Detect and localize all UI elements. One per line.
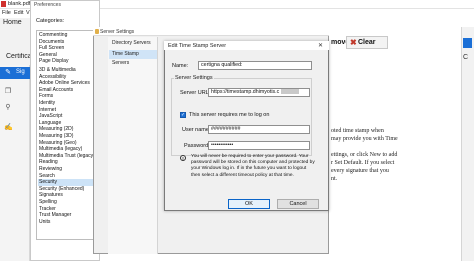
edit-tss-title: Edit Time Stamp Server [168,43,227,49]
category-item[interactable]: Measuring (2D) [38,126,97,133]
category-item[interactable]: Tracker [38,206,97,213]
server-settings-sidebar [108,37,158,254]
cancel-button[interactable]: Cancel [277,199,319,209]
category-item[interactable]: Internet [38,107,97,114]
background-panel [329,27,474,261]
category-item[interactable]: Identity [38,100,97,107]
name-field[interactable]: certigna qualified: [198,61,312,70]
bg-text-line: may provide you with Time [331,136,398,142]
category-item[interactable]: Adobe Online Services [38,80,97,87]
menu-file[interactable]: File [2,10,11,16]
server-settings-title: Server Settings [100,29,135,35]
category-item[interactable]: Measuring (3D) [38,133,97,140]
signature-panel-icon[interactable]: ✍ [4,124,13,132]
redaction-blur [281,89,300,95]
category-item[interactable]: Search [38,173,97,180]
category-item[interactable]: Documents [38,39,97,46]
category-item[interactable]: Multimedia Trust (legacy) [38,153,97,160]
category-item[interactable]: Full Screen [38,45,97,52]
category-item[interactable]: 3D & Multimedia [38,67,97,74]
preferences-title: Preferences [34,2,61,8]
ok-button[interactable]: OK [228,199,270,209]
password-label: Password: [184,143,210,149]
category-item[interactable]: Reading [38,159,97,166]
bookmark-icon[interactable]: ❐ [4,88,12,96]
clear-icon: ✖ [350,38,357,47]
name-label: Name: [172,63,189,69]
categories-list[interactable]: Commenting Documents Full Screen General Pag… [36,30,98,240]
info-icon: ! [180,155,186,161]
bg-text-line: r Set Default. If you select [331,160,395,166]
category-item[interactable]: Page Display [38,58,97,65]
app-title: blank.pdf [8,1,31,7]
info-text: You will never be required to enter your… [191,154,315,178]
category-item[interactable]: JavaScript [38,113,97,120]
requires-logon-checkbox[interactable]: ✓ [180,112,186,118]
server-url-field[interactable]: https://timestamp.dhimyotis.c [208,88,310,97]
clear-label: Clear [358,39,376,46]
acrobat-icon [1,1,6,7]
category-item[interactable]: Security (Enhanced) [38,186,97,193]
category-item[interactable]: Language [38,120,97,127]
sidebar-item-time-stamp-servers[interactable]: Time Stamp Servers [109,50,157,66]
category-item[interactable]: Security [38,179,97,186]
category-item[interactable]: Commenting [38,32,97,39]
requires-logon-label: This server requires me to log on [189,112,270,118]
bg-text-line: ettings, or click New to add [331,152,398,158]
category-item[interactable]: Signatures [38,192,97,199]
category-item[interactable]: Accessibility [38,74,97,81]
close-icon[interactable]: ✕ [318,42,323,49]
username-field[interactable]: ########## [208,125,310,134]
category-item[interactable]: Multimedia (legacy) [38,146,97,153]
server-url-label: Server URL: [180,90,211,96]
category-item[interactable]: General [38,52,97,59]
bg-text-line: every signature that you [331,168,389,174]
document-tab-label: Certifica [6,53,30,60]
categories-label: Categories: [36,18,65,24]
server-url-value: https://timestamp.dhimyotis.c [211,89,280,95]
right-tool-c[interactable]: C [463,54,468,61]
right-panel-strip [461,27,474,261]
category-item[interactable]: Trust Manager [38,212,97,219]
lock-icon [95,29,99,34]
attachment-icon[interactable]: ⚲ [4,104,12,112]
category-item[interactable]: Forms [38,93,97,100]
server-settings-group-label: Server Settings [174,75,214,81]
category-item[interactable]: Spelling [38,199,97,206]
category-item[interactable]: Units [38,219,97,226]
pen-icon: ✎ [5,69,11,76]
sidebar-item-directory-servers[interactable]: Directory Servers [109,39,157,48]
category-item[interactable]: Measuring (Geo) [38,140,97,147]
menu-edit[interactable]: Edit [14,10,23,16]
bg-text-line: nt. [331,176,338,182]
category-item[interactable]: Reviewing [38,166,97,173]
rail-sig-label: Sig [16,69,25,75]
username-label: User name: [182,127,211,133]
bg-text-line: oted time stamp when [331,128,384,134]
category-item[interactable]: Email Accounts [38,87,97,94]
home-tab[interactable]: Home [3,19,22,26]
password-field[interactable]: •••••••••••• [208,141,310,150]
right-tool-button[interactable] [463,38,472,48]
